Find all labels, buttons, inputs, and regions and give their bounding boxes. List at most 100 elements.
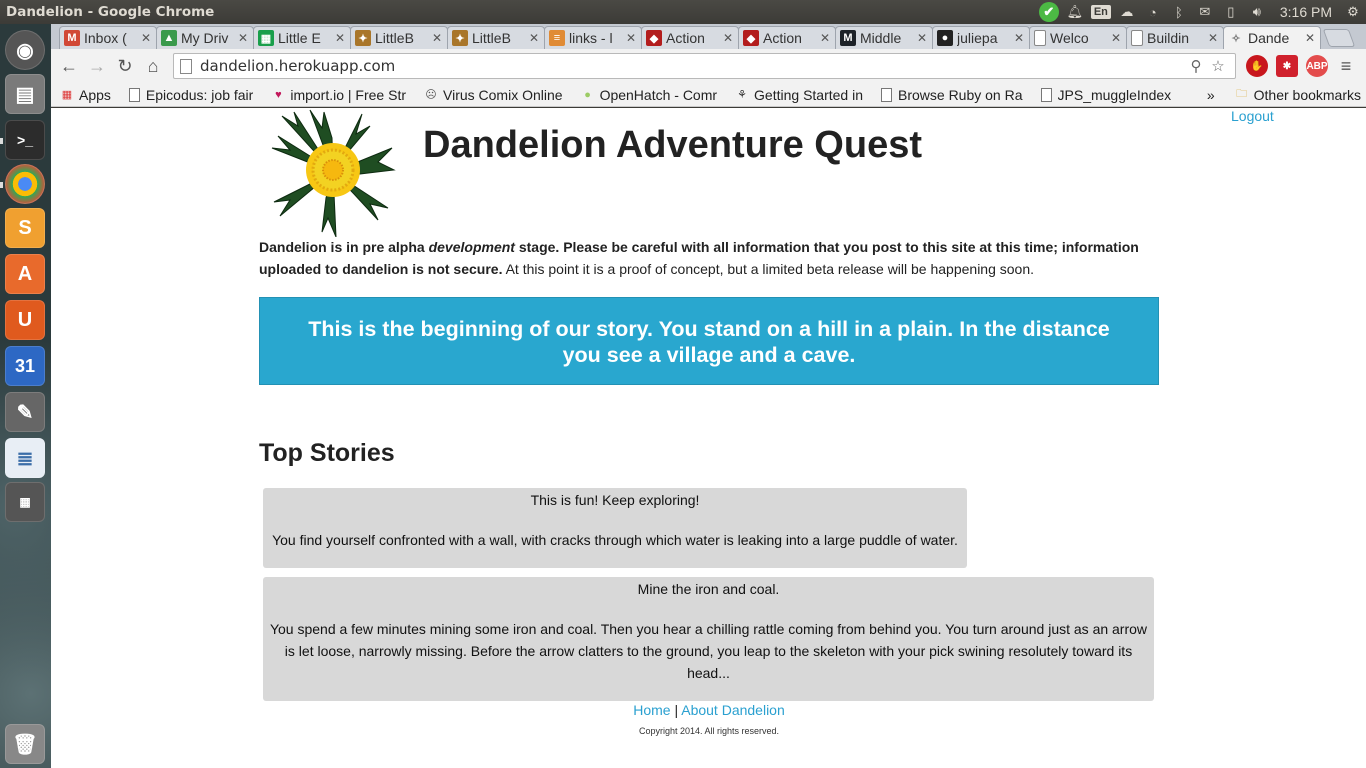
notification-bell-icon[interactable]: 🔔︎: [1062, 0, 1088, 24]
close-icon[interactable]: ✕: [1207, 31, 1219, 45]
terminal-icon[interactable]: >_: [5, 120, 45, 160]
story-title: This is fun! Keep exploring!: [530, 492, 700, 508]
close-icon[interactable]: ✕: [1013, 31, 1025, 45]
close-icon[interactable]: ✕: [334, 31, 346, 45]
notice-text: At this point it is a proof of concept, …: [502, 261, 1035, 277]
stackoverflow-icon: ≡: [549, 30, 565, 46]
footer-home-link[interactable]: Home: [633, 702, 670, 718]
bookmark-item[interactable]: JPS_muggleIndex: [1036, 87, 1177, 103]
workspace-switcher-icon[interactable]: ▦: [5, 482, 45, 522]
power-gear-icon[interactable]: ⚙: [1340, 0, 1366, 24]
browser-tab[interactable]: ● juliepa ✕: [932, 26, 1030, 49]
adblock-plus-icon[interactable]: ABP: [1306, 55, 1328, 77]
mail-icon[interactable]: ✉: [1192, 0, 1218, 24]
browser-tab[interactable]: Buildin ✕: [1126, 26, 1224, 49]
dash-home-icon[interactable]: ◉: [5, 30, 45, 70]
close-icon[interactable]: ✕: [916, 31, 928, 45]
trash-icon[interactable]: 🗑︎: [5, 724, 45, 764]
footer-about-link[interactable]: About Dandelion: [681, 702, 785, 718]
browser-tab[interactable]: M Middle ✕: [835, 26, 933, 49]
close-icon[interactable]: ✕: [431, 31, 443, 45]
bookmark-item[interactable]: ☹ Virus Comix Online: [419, 87, 568, 103]
update-check-icon[interactable]: ✔: [1036, 0, 1062, 24]
battery-icon[interactable]: ▯: [1218, 0, 1244, 24]
browser-tab[interactable]: ◆ Action ✕: [738, 26, 836, 49]
bookmarks-overflow-chevron-icon[interactable]: »: [1202, 87, 1220, 103]
bookmark-item[interactable]: ♥ import.io | Free Str: [266, 87, 411, 103]
tab-title: Action: [666, 30, 705, 46]
browser-tab[interactable]: ✦ LittleB ✕: [447, 26, 545, 49]
forward-arrow-icon[interactable]: →: [83, 52, 111, 80]
other-bookmarks-folder[interactable]: 🗀︎ Other bookmarks: [1230, 87, 1366, 103]
keyboard-language-indicator[interactable]: En: [1088, 0, 1114, 24]
story-intro-box: This is the beginning of our story. You …: [259, 297, 1159, 385]
bookmark-label: Apps: [79, 86, 111, 103]
extension-cross-icon[interactable]: ✱: [1276, 55, 1298, 77]
close-icon[interactable]: ✕: [625, 31, 637, 45]
tab-title: LittleB: [375, 30, 414, 46]
page-icon: [1131, 30, 1143, 46]
back-arrow-icon[interactable]: ←: [55, 52, 83, 80]
story-card[interactable]: Mine the iron and coal. You spend a few …: [263, 577, 1154, 701]
home-icon[interactable]: ⌂: [139, 52, 167, 80]
dandelion-logo: [271, 109, 396, 237]
web-page: Logout Dandelion Adventure Quest Dandeli…: [51, 108, 1366, 768]
browser-tab[interactable]: ✦ LittleB ✕: [350, 26, 448, 49]
chrome-icon[interactable]: [5, 164, 45, 204]
browser-tab[interactable]: ▦ Little E ✕: [253, 26, 351, 49]
new-tab-button[interactable]: [1322, 29, 1356, 47]
bookmark-star-icon[interactable]: ☆: [1207, 57, 1229, 75]
gimp-icon[interactable]: ✎: [5, 392, 45, 432]
reload-icon[interactable]: ↻: [111, 52, 139, 80]
tab-title: juliepa: [957, 30, 998, 46]
bookmark-item[interactable]: ▦ Apps: [55, 87, 116, 103]
chrome-menu-icon[interactable]: ≡: [1332, 52, 1360, 80]
browser-tab[interactable]: ◆ Action ✕: [641, 26, 739, 49]
bookmark-item[interactable]: ⚘ Getting Started in: [730, 87, 868, 103]
wifi-icon[interactable]: ◔: [1140, 0, 1166, 24]
file-manager-icon[interactable]: ▤: [5, 74, 45, 114]
bookmark-item[interactable]: Epicodus: job fair: [124, 87, 258, 103]
sublime-text-icon[interactable]: S: [5, 208, 45, 248]
browser-tab[interactable]: ≡ links - l ✕: [544, 26, 642, 49]
clock[interactable]: 3:16 PM: [1270, 4, 1340, 20]
bookmark-list: ▦ Apps Epicodus: job fair ♥ import.io | Free…: [51, 87, 1176, 103]
littlebird-icon: ✦: [452, 30, 468, 46]
gmail-icon: M: [64, 30, 80, 46]
search-icon[interactable]: ⚲: [1185, 57, 1207, 75]
bookmark-item[interactable]: Browse Ruby on Ra: [876, 87, 1028, 103]
close-icon[interactable]: ✕: [819, 31, 831, 45]
volume-icon[interactable]: 🔊︎: [1244, 0, 1270, 24]
address-bar[interactable]: dandelion.herokuapp.com ⚲ ☆: [173, 53, 1236, 79]
close-icon[interactable]: ✕: [528, 31, 540, 45]
drive-icon: ▲: [161, 30, 177, 46]
ubuntu-one-icon[interactable]: U: [5, 300, 45, 340]
page-icon: [1034, 30, 1046, 46]
browser-tab[interactable]: Welco ✕: [1029, 26, 1127, 49]
software-center-icon[interactable]: A: [5, 254, 45, 294]
bluetooth-icon[interactable]: ᛒ: [1166, 0, 1192, 24]
story-card[interactable]: This is fun! Keep exploring! You find yo…: [263, 488, 967, 568]
url-text[interactable]: dandelion.herokuapp.com: [200, 57, 1185, 75]
rails-icon: ◆: [743, 30, 759, 46]
close-icon[interactable]: ✕: [140, 31, 152, 45]
close-icon[interactable]: ✕: [1110, 31, 1122, 45]
close-icon[interactable]: ✕: [1304, 31, 1316, 45]
bookmark-label: Browse Ruby on Ra: [898, 86, 1023, 103]
libreoffice-writer-icon[interactable]: ≣: [5, 438, 45, 478]
site-title: Dandelion Adventure Quest: [423, 124, 922, 166]
calendar-icon[interactable]: 31: [5, 346, 45, 386]
folder-icon: 🗀︎: [1236, 88, 1248, 100]
bookmarks-bar: ▦ Apps Epicodus: job fair ♥ import.io | Free…: [51, 83, 1366, 107]
browser-tab[interactable]: ▲ My Driv ✕: [156, 26, 254, 49]
browser-tab[interactable]: M Inbox (✕: [59, 26, 157, 49]
openhatch-icon: ●: [584, 88, 591, 101]
bookmark-item[interactable]: ● OpenHatch - Comr: [576, 87, 722, 103]
adblock-stop-icon[interactable]: ✋: [1246, 55, 1268, 77]
close-icon[interactable]: ✕: [237, 31, 249, 45]
cloud-icon[interactable]: ☁: [1114, 0, 1140, 24]
browser-tab[interactable]: ✧ Dande ✕: [1223, 26, 1321, 49]
close-icon[interactable]: ✕: [722, 31, 734, 45]
middleman-icon: M: [840, 30, 856, 46]
logout-link[interactable]: Logout: [1231, 108, 1274, 124]
